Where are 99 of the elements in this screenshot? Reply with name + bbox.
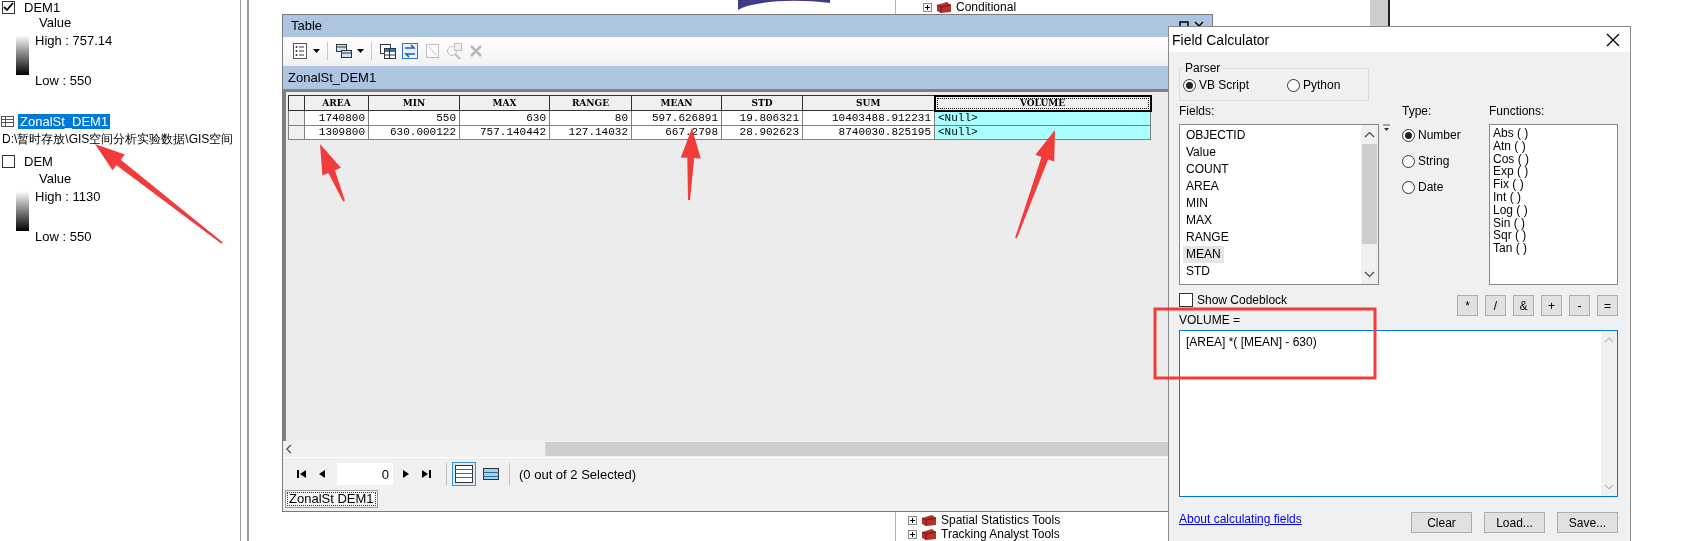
- layer-name[interactable]: DEM1: [22, 0, 63, 15]
- function-item[interactable]: Sqr ( ): [1491, 229, 1529, 243]
- last-record-icon[interactable]: [421, 469, 431, 480]
- function-item[interactable]: Exp ( ): [1491, 165, 1531, 179]
- swap-icon[interactable]: [401, 42, 419, 61]
- record-field[interactable]: 0: [337, 463, 393, 486]
- column-header[interactable]: MEAN: [631, 95, 722, 111]
- help-link[interactable]: About calculating fields: [1179, 512, 1302, 527]
- field-item[interactable]: AREA: [1183, 178, 1222, 195]
- color-ramp: [16, 191, 29, 231]
- legend-low: Low : 550: [35, 228, 93, 246]
- tree-item[interactable]: Spatial Statistics Tools: [941, 513, 1061, 527]
- caret-icon[interactable]: [357, 49, 364, 54]
- tree-item[interactable]: Conditional: [956, 0, 1017, 14]
- field-item[interactable]: COUNT: [1183, 161, 1232, 178]
- field-item[interactable]: OBJECTID: [1183, 127, 1249, 144]
- table-icon: [1, 115, 14, 127]
- column-header[interactable]: MIN: [368, 95, 460, 111]
- color-ramp: [16, 35, 29, 75]
- expand-icon[interactable]: [908, 515, 917, 525]
- function-item[interactable]: Abs ( ): [1491, 127, 1531, 140]
- selection-status: (0 out of 2 Selected): [519, 466, 637, 482]
- layer-name[interactable]: DEM: [22, 153, 55, 169]
- first-record-icon[interactable]: [297, 469, 307, 480]
- layer-path: D:\暂时存放\GIS空间分析实验数据\GIS空间: [2, 130, 234, 148]
- fields-list[interactable]: OBJECTID Value COUNT AREA MIN MAX RANGE MEAN STD: [1179, 124, 1379, 285]
- function-item[interactable]: Sin ( ): [1491, 216, 1527, 230]
- type-label: Type:: [1402, 104, 1433, 119]
- show-all-records-button[interactable]: [452, 462, 476, 487]
- scrollbar[interactable]: [1601, 331, 1617, 496]
- field-item[interactable]: Value: [1183, 144, 1219, 161]
- function-item[interactable]: Tan ( ): [1491, 242, 1529, 255]
- table-name: ZonalSt_DEM1: [288, 69, 377, 85]
- functions-label: Functions:: [1489, 104, 1546, 119]
- group-label: Parser: [1184, 61, 1222, 76]
- expression-field[interactable]: [AREA] *( [MEAN] - 630): [1179, 330, 1618, 497]
- table-tab[interactable]: ZonalSt DEM1: [285, 490, 378, 509]
- fields-label: Fields:: [1179, 104, 1216, 119]
- scrollbar[interactable]: [1361, 125, 1378, 284]
- type-radio[interactable]: Number: [1402, 126, 1489, 144]
- legend-high: High : 1130: [35, 188, 101, 206]
- close-icon[interactable]: [1606, 32, 1620, 47]
- layer-name[interactable]: ZonalSt_DEM1: [18, 113, 111, 129]
- field-item[interactable]: STD: [1183, 263, 1213, 280]
- operator-button[interactable]: +: [1541, 295, 1562, 316]
- function-item[interactable]: Cos ( ): [1491, 152, 1531, 166]
- operator-button[interactable]: &: [1513, 295, 1534, 316]
- parser-radio[interactable]: Python: [1287, 76, 1341, 94]
- operator-button[interactable]: -: [1569, 295, 1590, 316]
- dropdown-icon[interactable]: [1383, 124, 1390, 132]
- type-radio[interactable]: String: [1402, 152, 1489, 170]
- dialog-button[interactable]: Load...: [1484, 512, 1545, 533]
- operator-button[interactable]: /: [1485, 295, 1506, 316]
- toolbox-icon: [921, 527, 937, 541]
- column-header[interactable]: MAX: [459, 95, 550, 111]
- operator-button[interactable]: =: [1597, 295, 1618, 316]
- toolbox-icon: [921, 513, 937, 527]
- expand-icon[interactable]: [923, 2, 932, 12]
- field-item[interactable]: MEAN: [1183, 246, 1224, 263]
- arrow-annotation: [320, 144, 345, 202]
- expand-icon[interactable]: [908, 529, 917, 539]
- next-record-icon[interactable]: [403, 469, 409, 480]
- tree-item[interactable]: Tracking Analyst Tools: [941, 527, 1060, 541]
- legend-high: High : 757.14: [35, 32, 113, 50]
- list-icon[interactable]: [291, 42, 309, 61]
- table-stack-icon[interactable]: [335, 42, 353, 61]
- operator-button[interactable]: *: [1457, 295, 1478, 316]
- column-header[interactable]: AREA: [304, 95, 369, 111]
- table-icon[interactable]: [379, 42, 397, 61]
- toolbox-icon: [936, 0, 952, 14]
- column-header[interactable]: STD: [721, 95, 803, 111]
- legend-low: Low : 550: [35, 72, 93, 90]
- function-item[interactable]: Atn ( ): [1491, 139, 1528, 153]
- column-header[interactable]: SUM: [802, 95, 935, 111]
- column-header[interactable]: VOLUME: [934, 95, 1151, 111]
- legend-field: Value: [39, 170, 240, 188]
- type-radio[interactable]: Date: [1402, 178, 1489, 196]
- window-title: Table: [291, 18, 323, 34]
- parser-radio[interactable]: VB Script: [1183, 76, 1287, 94]
- expression-label: VOLUME =: [1179, 313, 1242, 328]
- dialog-button[interactable]: Clear: [1411, 512, 1472, 533]
- show-codeblock-checkbox[interactable]: Show Codeblock: [1179, 293, 1288, 307]
- caret-icon[interactable]: [313, 49, 320, 54]
- dialog-title: Field Calculator: [1172, 31, 1270, 48]
- dialog-button[interactable]: Save...: [1557, 512, 1618, 533]
- layer-checkbox[interactable]: [2, 154, 15, 168]
- previous-record-icon[interactable]: [319, 469, 325, 480]
- field-item[interactable]: MAX: [1183, 212, 1215, 229]
- legend-field: Value: [39, 14, 240, 32]
- layer-checkbox[interactable]: [2, 0, 15, 14]
- function-item[interactable]: Fix ( ): [1491, 178, 1526, 191]
- function-item[interactable]: Int ( ): [1491, 191, 1523, 204]
- field-item[interactable]: RANGE: [1183, 229, 1232, 246]
- scrollbar[interactable]: [1370, 0, 1390, 26]
- function-item[interactable]: Log ( ): [1491, 203, 1530, 217]
- functions-list[interactable]: Abs ( ) Atn ( ) Cos ( ) Exp ( ) Fix ( ) Int ( ) Log ( ) Sin ( ) Sqr ( ) Tan ( ): [1489, 124, 1618, 285]
- row-selector[interactable]: [288, 95, 305, 111]
- field-item[interactable]: MIN: [1183, 195, 1211, 212]
- column-header[interactable]: RANGE: [549, 95, 632, 111]
